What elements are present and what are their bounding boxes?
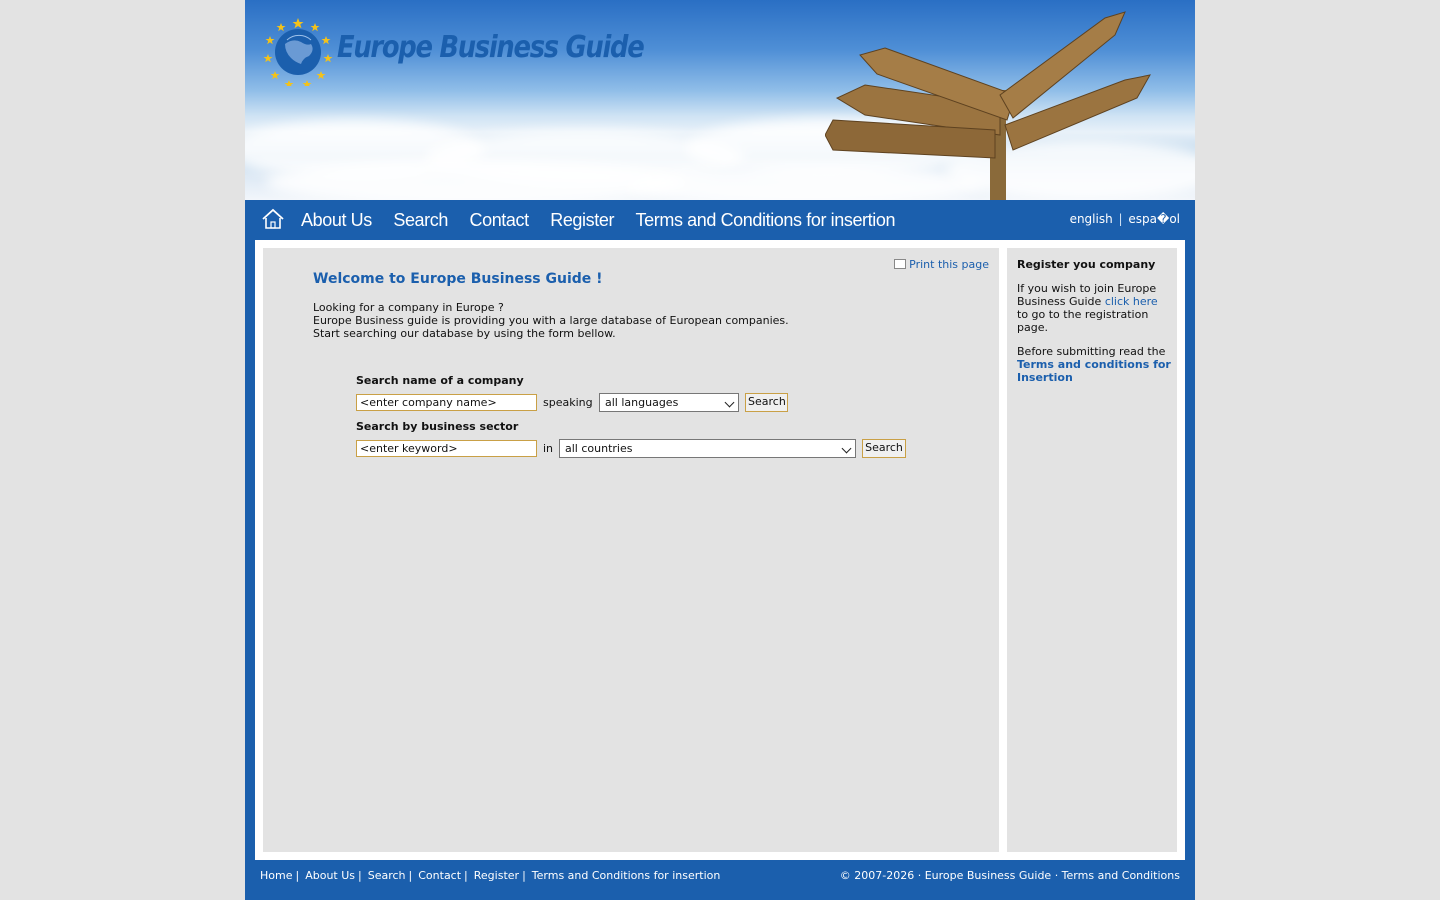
logo-globe-icon — [263, 18, 333, 86]
sidebar-title: Register you company — [1017, 258, 1156, 271]
speaking-label: speaking — [543, 396, 593, 409]
footer-link-home[interactable]: Home — [260, 869, 292, 882]
logo-text[interactable]: Europe Business Guide — [337, 30, 645, 65]
keyword-input[interactable]: <enter keyword> — [356, 440, 537, 457]
country-select[interactable]: all countries — [559, 439, 856, 458]
nav-search[interactable]: Search — [393, 210, 448, 231]
nav-contact[interactable]: Contact — [469, 210, 529, 231]
page-title: Welcome to Europe Business Guide ! — [313, 271, 603, 287]
search-sector-label: Search by business sector — [356, 420, 519, 433]
language-select-value: all languages — [605, 396, 679, 409]
sidebar-join-text: If you wish to join Europe Business Guid… — [1017, 282, 1172, 334]
search-sector-button[interactable]: Search — [862, 439, 906, 458]
print-page-link[interactable]: Print this page — [894, 258, 989, 271]
home-icon[interactable] — [261, 208, 285, 230]
footer-separator: | — [295, 869, 300, 882]
sidebar-terms-pre: Before submitting read the — [1017, 345, 1166, 358]
signpost-illustration — [825, 11, 1151, 200]
intro-line: Europe Business guide is providing you w… — [313, 314, 789, 327]
printer-icon — [894, 259, 907, 269]
footer-link-register[interactable]: Register — [474, 869, 519, 882]
footer-separator: | — [358, 869, 362, 882]
main-panel: Print this page Welcome to Europe Busine… — [263, 248, 999, 852]
header-banner: Europe Business Guide — [245, 0, 1195, 200]
sidebar-terms-text: Before submitting read the Terms and con… — [1017, 345, 1172, 384]
sidebar-join-post: to go to the registration page. — [1017, 308, 1149, 334]
lang-english[interactable]: english — [1070, 212, 1113, 226]
language-switcher: english | espa�ol — [1070, 212, 1180, 226]
footer-links: Home | About Us | Search | Contact | Registe… — [260, 869, 720, 882]
footer-link-about[interactable]: About Us — [305, 869, 355, 882]
footer-link-search[interactable]: Search — [368, 869, 406, 882]
chevron-down-icon — [841, 443, 852, 454]
chevron-down-icon — [724, 397, 735, 408]
nav-about-us[interactable]: About Us — [301, 210, 372, 231]
in-label: in — [543, 442, 554, 455]
intro-text: Looking for a company in Europe ? Europe… — [313, 301, 789, 340]
main-nav: About Us Search Contact Register Terms a… — [245, 200, 1195, 240]
footer-separator: | — [522, 869, 526, 882]
terms-insertion-link[interactable]: Terms and conditions for Insertion — [1017, 358, 1171, 384]
search-company-label: Search name of a company — [356, 374, 524, 387]
intro-line: Looking for a company in Europe ? — [313, 301, 504, 314]
footer-separator: | — [408, 869, 413, 882]
register-sidebar: Register you company If you wish to join… — [1007, 248, 1177, 852]
nav-register[interactable]: Register — [550, 210, 614, 231]
footer-copyright: © 2007-2026 · Europe Business Guide · Te… — [839, 869, 1180, 882]
print-label: Print this page — [909, 258, 989, 271]
intro-line: Start searching our database by using th… — [313, 327, 616, 340]
footer: Home | About Us | Search | Contact | Registe… — [245, 860, 1195, 900]
footer-separator: | — [464, 869, 468, 882]
language-select[interactable]: all languages — [599, 393, 739, 412]
footer-link-terms[interactable]: Terms and Conditions for insertion — [532, 869, 721, 882]
nav-terms[interactable]: Terms and Conditions for insertion — [636, 210, 896, 231]
lang-separator: | — [1118, 212, 1123, 226]
page-wrapper: Europe Business Guide About Us Search Co… — [245, 0, 1195, 900]
company-name-input[interactable]: <enter company name> — [356, 394, 537, 411]
footer-link-contact[interactable]: Contact — [418, 869, 461, 882]
click-here-link[interactable]: click here — [1105, 295, 1158, 308]
search-company-button[interactable]: Search — [745, 393, 788, 412]
lang-espanol[interactable]: espa�ol — [1128, 212, 1180, 226]
country-select-value: all countries — [565, 442, 633, 455]
